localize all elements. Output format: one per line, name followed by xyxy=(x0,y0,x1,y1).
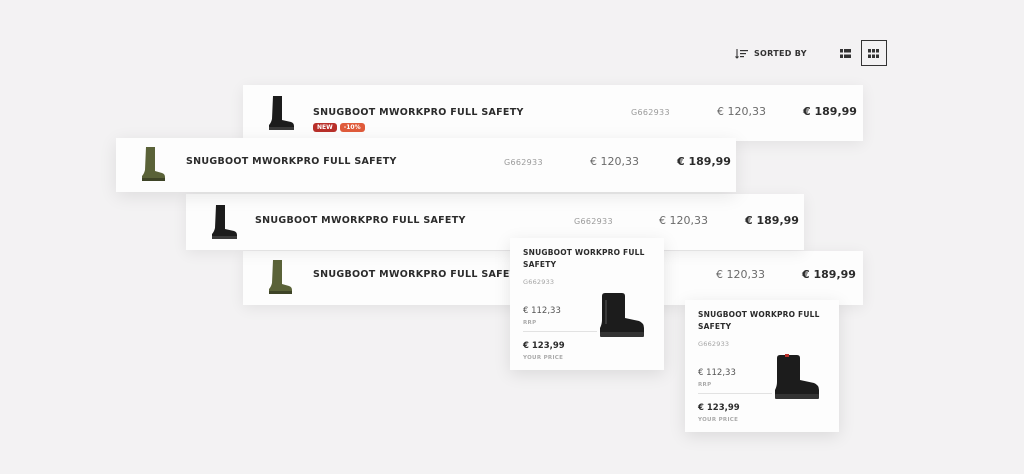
discount-badge: -10% xyxy=(339,123,365,132)
card-divider xyxy=(523,331,597,332)
card-price-label: YOUR PRICE xyxy=(698,417,739,423)
boot-image xyxy=(142,147,165,181)
boot-image xyxy=(269,260,292,294)
card-price: € 123,99 xyxy=(523,341,565,351)
product-row[interactable]: SNUGBOOT MWORKPRO FULL SAFETY G662933 € … xyxy=(186,194,804,250)
product-price: € 189,99 xyxy=(677,155,731,168)
card-rrp: € 112,33 xyxy=(523,306,561,316)
product-sku: G662933 xyxy=(574,217,613,226)
product-rrp: € 120,33 xyxy=(717,105,766,118)
card-rrp-label: RRP xyxy=(523,320,537,326)
product-sku: G662933 xyxy=(631,108,670,117)
product-name: SNUGBOOT MWORKPRO FULL SAFETY xyxy=(313,269,524,280)
product-rrp: € 120,33 xyxy=(716,268,765,281)
product-name: SNUGBOOT MWORKPRO FULL SAFETY xyxy=(186,156,397,167)
product-card[interactable]: SNUGBOOT WORKPRO FULL SAFETY G662933 € 1… xyxy=(685,300,839,432)
sort-icon xyxy=(735,48,748,59)
card-product-sku: G662933 xyxy=(523,278,555,286)
card-rrp: € 112,33 xyxy=(698,368,736,378)
card-rrp-label: RRP xyxy=(698,382,712,388)
card-product-sku: G662933 xyxy=(698,340,730,348)
card-price-label: YOUR PRICE xyxy=(523,355,564,361)
product-row[interactable]: SNUGBOOT MWORKPRO FULL SAFETY NEW -10% G… xyxy=(243,85,863,141)
badges: NEW -10% xyxy=(313,123,365,132)
boot-image xyxy=(212,205,237,239)
product-sku: G662933 xyxy=(504,158,543,167)
card-price: € 123,99 xyxy=(698,403,740,413)
sort-label: SORTED BY xyxy=(754,48,807,58)
boot-image xyxy=(269,96,294,130)
product-price: € 189,99 xyxy=(803,105,857,118)
sort-control[interactable]: SORTED BY xyxy=(735,48,807,59)
grid-view-button[interactable] xyxy=(860,40,887,66)
boot-image xyxy=(775,354,819,399)
toolbar: SORTED BY xyxy=(735,40,887,66)
product-name: SNUGBOOT MWORKPRO FULL SAFETY xyxy=(255,215,466,226)
card-product-name: SNUGBOOT WORKPRO FULL SAFETY xyxy=(523,248,645,269)
list-view-icon xyxy=(840,48,852,58)
card-divider xyxy=(698,393,772,394)
product-name: SNUGBOOT MWORKPRO FULL SAFETY xyxy=(313,107,524,118)
product-rrp: € 120,33 xyxy=(590,155,639,168)
product-rrp: € 120,33 xyxy=(659,214,708,227)
product-price: € 189,99 xyxy=(745,214,799,227)
new-badge: NEW xyxy=(313,123,337,132)
product-row[interactable]: SNUGBOOT MWORKPRO FULL SAFETY G662933 € … xyxy=(116,138,736,192)
card-product-name: SNUGBOOT WORKPRO FULL SAFETY xyxy=(698,310,820,331)
grid-view-icon xyxy=(868,48,880,58)
boot-image xyxy=(600,293,644,337)
list-view-button[interactable] xyxy=(833,40,859,66)
product-price: € 189,99 xyxy=(802,268,856,281)
product-card[interactable]: SNUGBOOT WORKPRO FULL SAFETY G662933 € 1… xyxy=(510,238,664,370)
